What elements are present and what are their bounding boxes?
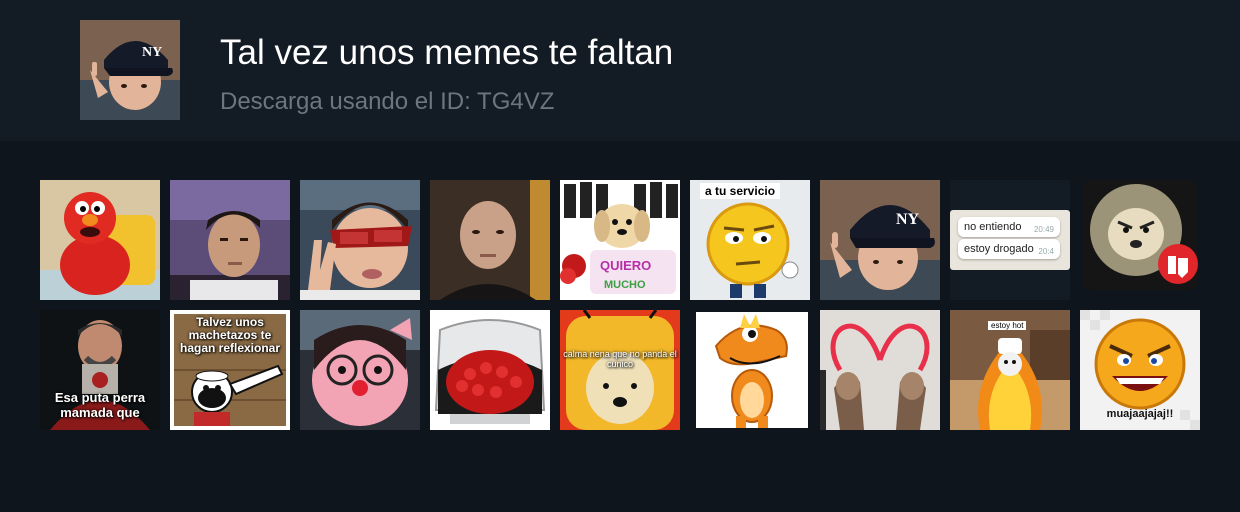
angry-dog-dislike-icon xyxy=(1080,180,1200,300)
sticker-puppy-band[interactable]: QUIERO MUCHO xyxy=(560,180,680,300)
pack-header: NY Tal vez unos memes te faltan Descarga… xyxy=(0,0,1240,141)
bald-man-icon xyxy=(430,180,550,300)
sticker-young-man[interactable] xyxy=(170,180,290,300)
sticker-boy-ny-cap[interactable]: NY xyxy=(820,180,940,300)
pack-avatar: NY xyxy=(80,20,180,120)
svg-text:QUIERO: QUIERO xyxy=(600,258,651,273)
sticker-dinosaur[interactable] xyxy=(690,310,810,430)
sticker-caption: a tu servicio xyxy=(700,183,781,199)
young-man-selfie-icon xyxy=(170,180,290,300)
sticker-calma-nena[interactable]: calma nena que no panda el cunico xyxy=(560,310,680,430)
pack-title: Tal vez unos memes te faltan xyxy=(220,33,674,72)
sticker-estoy-hot[interactable]: estoy hot xyxy=(950,310,1070,430)
puppy-band-te-quiero-icon: QUIERO MUCHO xyxy=(560,180,680,300)
sticker-cuphead[interactable]: Talvez unos machetazos te hagan reflexio… xyxy=(170,310,290,430)
chat-line-2: estoy drogado xyxy=(964,243,1034,255)
sticker-chat-bubbles[interactable]: no entiendo 20:49 estoy drogado 20:4 xyxy=(950,180,1070,300)
dog-costume-calma-nena-icon xyxy=(560,310,680,430)
boy-ny-cap-icon: NY xyxy=(820,180,940,300)
car-trunk-roses-icon xyxy=(430,310,550,430)
sticker-caption: Talvez unos machetazos te hagan reflexio… xyxy=(179,315,281,356)
sticker-kid-sunglasses[interactable] xyxy=(300,180,420,300)
sticker-angry-dog[interactable] xyxy=(1080,180,1200,300)
sticker-caption: calma nena que no panda el cunico xyxy=(563,349,677,369)
chat-bubble-2: estoy drogado 20:4 xyxy=(958,239,1060,259)
sticker-caption: estoy hot xyxy=(988,321,1027,330)
svg-text:MUCHO: MUCHO xyxy=(604,279,646,291)
sticker-caption: muajaajajaj!! xyxy=(1106,407,1174,420)
sticker-caption: Esa puta perra mamada que xyxy=(54,390,146,420)
pink-cartoon-glasses-icon xyxy=(300,310,420,430)
svg-text:NY: NY xyxy=(142,45,162,60)
sticker-bald-man[interactable] xyxy=(430,180,550,300)
elmo-potty-icon xyxy=(40,180,160,300)
chat-line-1: no entiendo xyxy=(964,221,1022,233)
svg-text:NY: NY xyxy=(896,211,920,228)
sticker-omni-man[interactable]: Esa puta perra mamada que xyxy=(40,310,160,430)
sticker-elmo[interactable] xyxy=(40,180,160,300)
pack-avatar-image: NY xyxy=(80,20,180,120)
sticker-evil-laugh[interactable]: muajaajajaj!! xyxy=(1080,310,1200,430)
orange-dinosaur-icon xyxy=(690,310,810,430)
pack-download-id: Descarga usando el ID: TG4VZ xyxy=(220,88,555,115)
chat-time-2: 20:4 xyxy=(1038,247,1054,256)
sticker-grid: QUIERO MUCHO a tu servicio NY no entiend… xyxy=(40,180,1200,430)
sticker-car-roses[interactable] xyxy=(430,310,550,430)
chat-time-1: 20:49 xyxy=(1033,225,1054,234)
feet-heart-icon xyxy=(820,310,940,430)
chat-bubble-1: no entiendo 20:49 xyxy=(958,217,1060,237)
sticker-a-tu-servicio[interactable]: a tu servicio xyxy=(690,180,810,300)
kid-sunglasses-peace-icon xyxy=(300,180,420,300)
sticker-pink-cartoon[interactable] xyxy=(300,310,420,430)
sticker-feet-heart[interactable] xyxy=(820,310,940,430)
